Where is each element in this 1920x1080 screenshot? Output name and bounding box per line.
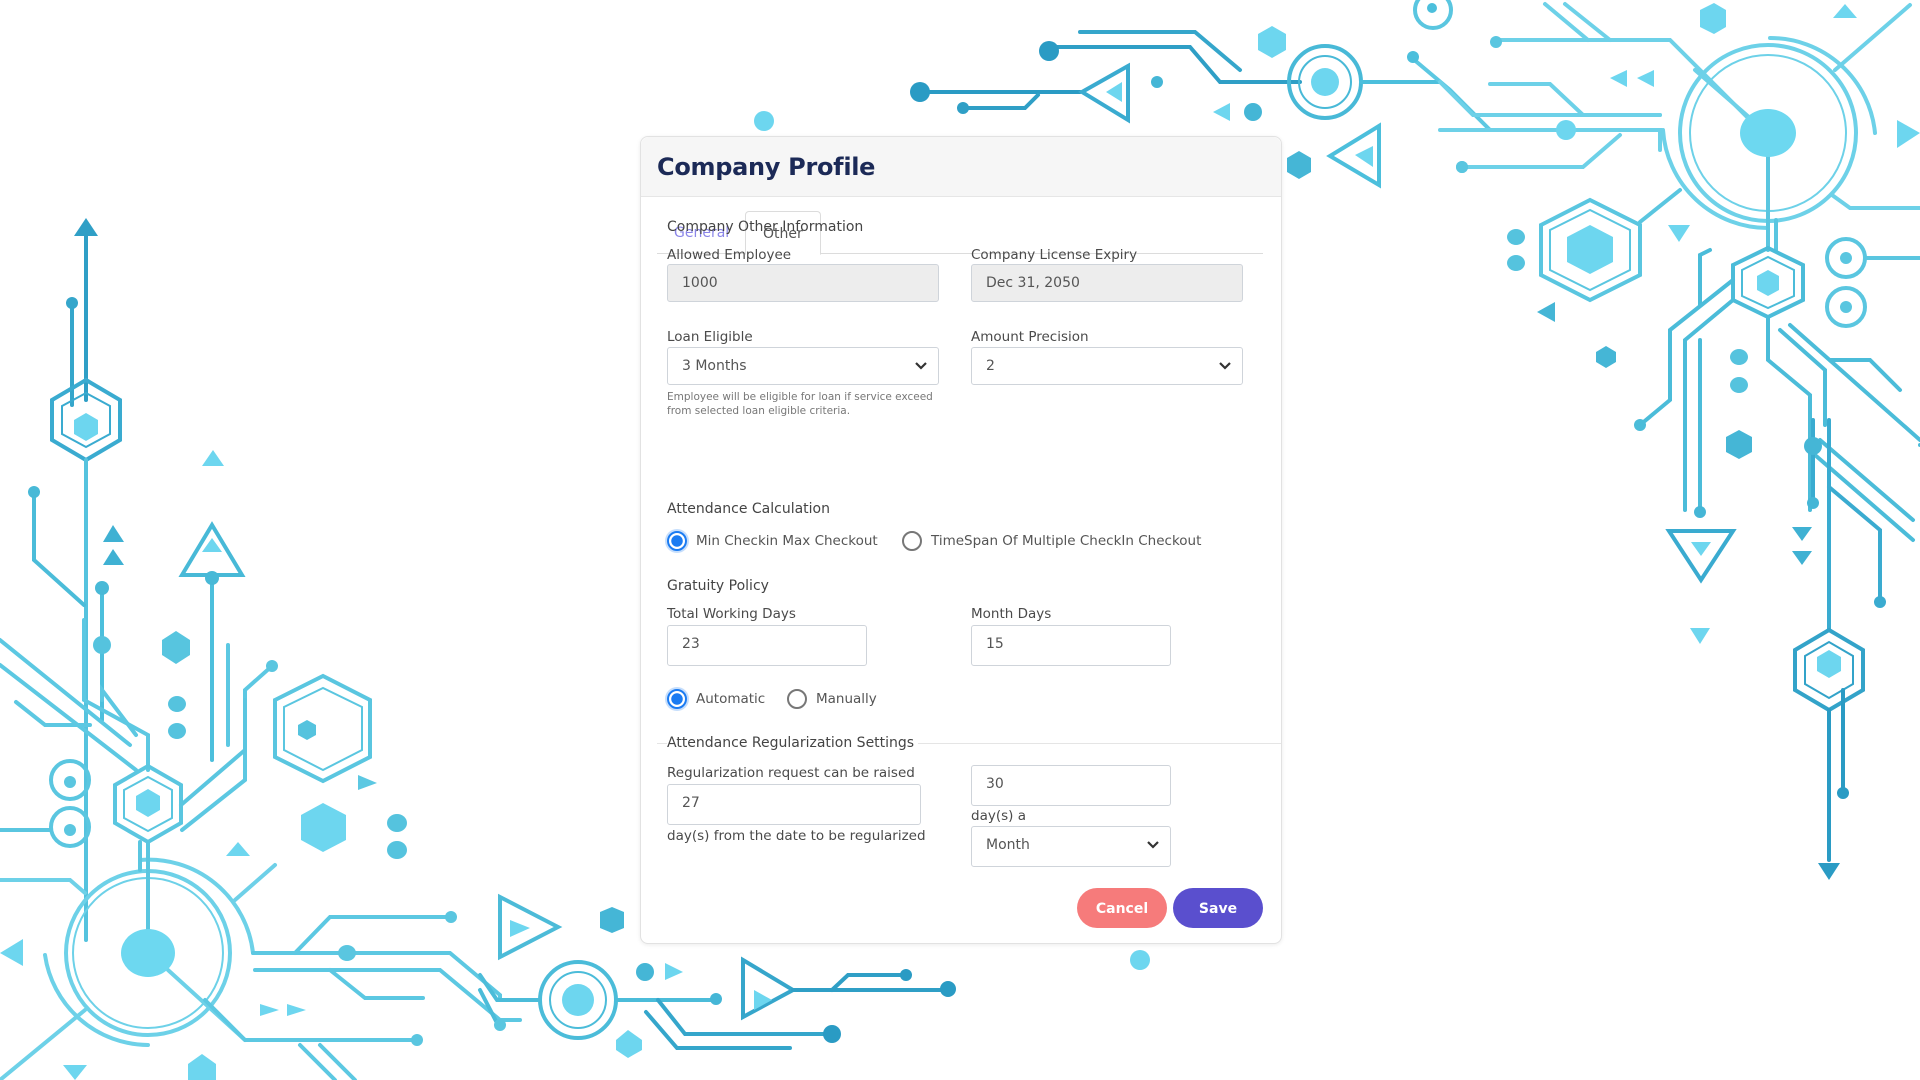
allowed-employee-label: Allowed Employee (667, 247, 792, 263)
regularization-heading: Attendance Regularization Settings (667, 735, 919, 751)
loan-eligible-hint-1: Employee will be eligible for loan if se… (667, 391, 933, 403)
regularization-count-input[interactable]: 30 (971, 765, 1171, 806)
month-days-label: Month Days (971, 606, 1052, 622)
radio-label: TimeSpan Of Multiple CheckIn Checkout (931, 533, 1202, 549)
total-working-days-input[interactable]: 23 (667, 625, 867, 666)
license-expiry-label: Company License Expiry (971, 247, 1138, 263)
amount-precision-label: Amount Precision (971, 329, 1089, 345)
chevron-down-icon (1219, 362, 1231, 370)
dialog-header: Company Profile (641, 137, 1281, 197)
license-expiry-field[interactable]: Dec 31, 2050 (971, 264, 1243, 302)
regularization-count-suffix: day(s) a (971, 808, 1026, 824)
radio-timespan-multiple-checkin[interactable]: TimeSpan Of Multiple CheckIn Checkout (902, 531, 1201, 551)
month-days-input[interactable]: 15 (971, 625, 1171, 666)
radio-automatic[interactable]: Automatic (667, 689, 765, 709)
cancel-button[interactable]: Cancel (1077, 888, 1167, 928)
radio-unchecked-icon (902, 531, 922, 551)
radio-manually[interactable]: Manually (787, 689, 877, 709)
radio-checked-icon (667, 689, 687, 709)
loan-eligible-hint-2: from selected loan eligible criteria. (667, 405, 851, 417)
allowed-employee-field[interactable]: 1000 (667, 264, 939, 302)
radio-label: Manually (816, 691, 877, 707)
regularization-days-suffix: day(s) from the date to be regularized (667, 828, 926, 844)
amount-precision-value: 2 (986, 358, 995, 374)
save-button[interactable]: Save (1173, 888, 1263, 928)
section-other-info-heading: Company Other Information (667, 219, 864, 235)
regularization-days-input[interactable]: 27 (667, 784, 921, 825)
attendance-calculation-heading: Attendance Calculation (667, 501, 830, 517)
chevron-down-icon (1147, 841, 1159, 849)
regularization-request-label: Regularization request can be raised (667, 765, 915, 781)
loan-eligible-value: 3 Months (682, 358, 747, 374)
amount-precision-select[interactable]: 2 (971, 347, 1243, 385)
dialog-title: Company Profile (657, 152, 876, 181)
radio-unchecked-icon (787, 689, 807, 709)
company-profile-dialog: Company Profile General Other Company Ot… (640, 136, 1282, 944)
radio-checked-icon (667, 531, 687, 551)
radio-min-checkin-max-checkout[interactable]: Min Checkin Max Checkout (667, 531, 878, 551)
loan-eligible-select[interactable]: 3 Months (667, 347, 939, 385)
radio-label: Min Checkin Max Checkout (696, 533, 878, 549)
regularization-period-value: Month (986, 837, 1030, 853)
total-working-days-label: Total Working Days (667, 606, 796, 622)
chevron-down-icon (915, 362, 927, 370)
loan-eligible-label: Loan Eligible (667, 329, 753, 345)
radio-label: Automatic (696, 691, 766, 707)
gratuity-policy-heading: Gratuity Policy (667, 578, 769, 594)
regularization-period-select[interactable]: Month (971, 826, 1171, 867)
